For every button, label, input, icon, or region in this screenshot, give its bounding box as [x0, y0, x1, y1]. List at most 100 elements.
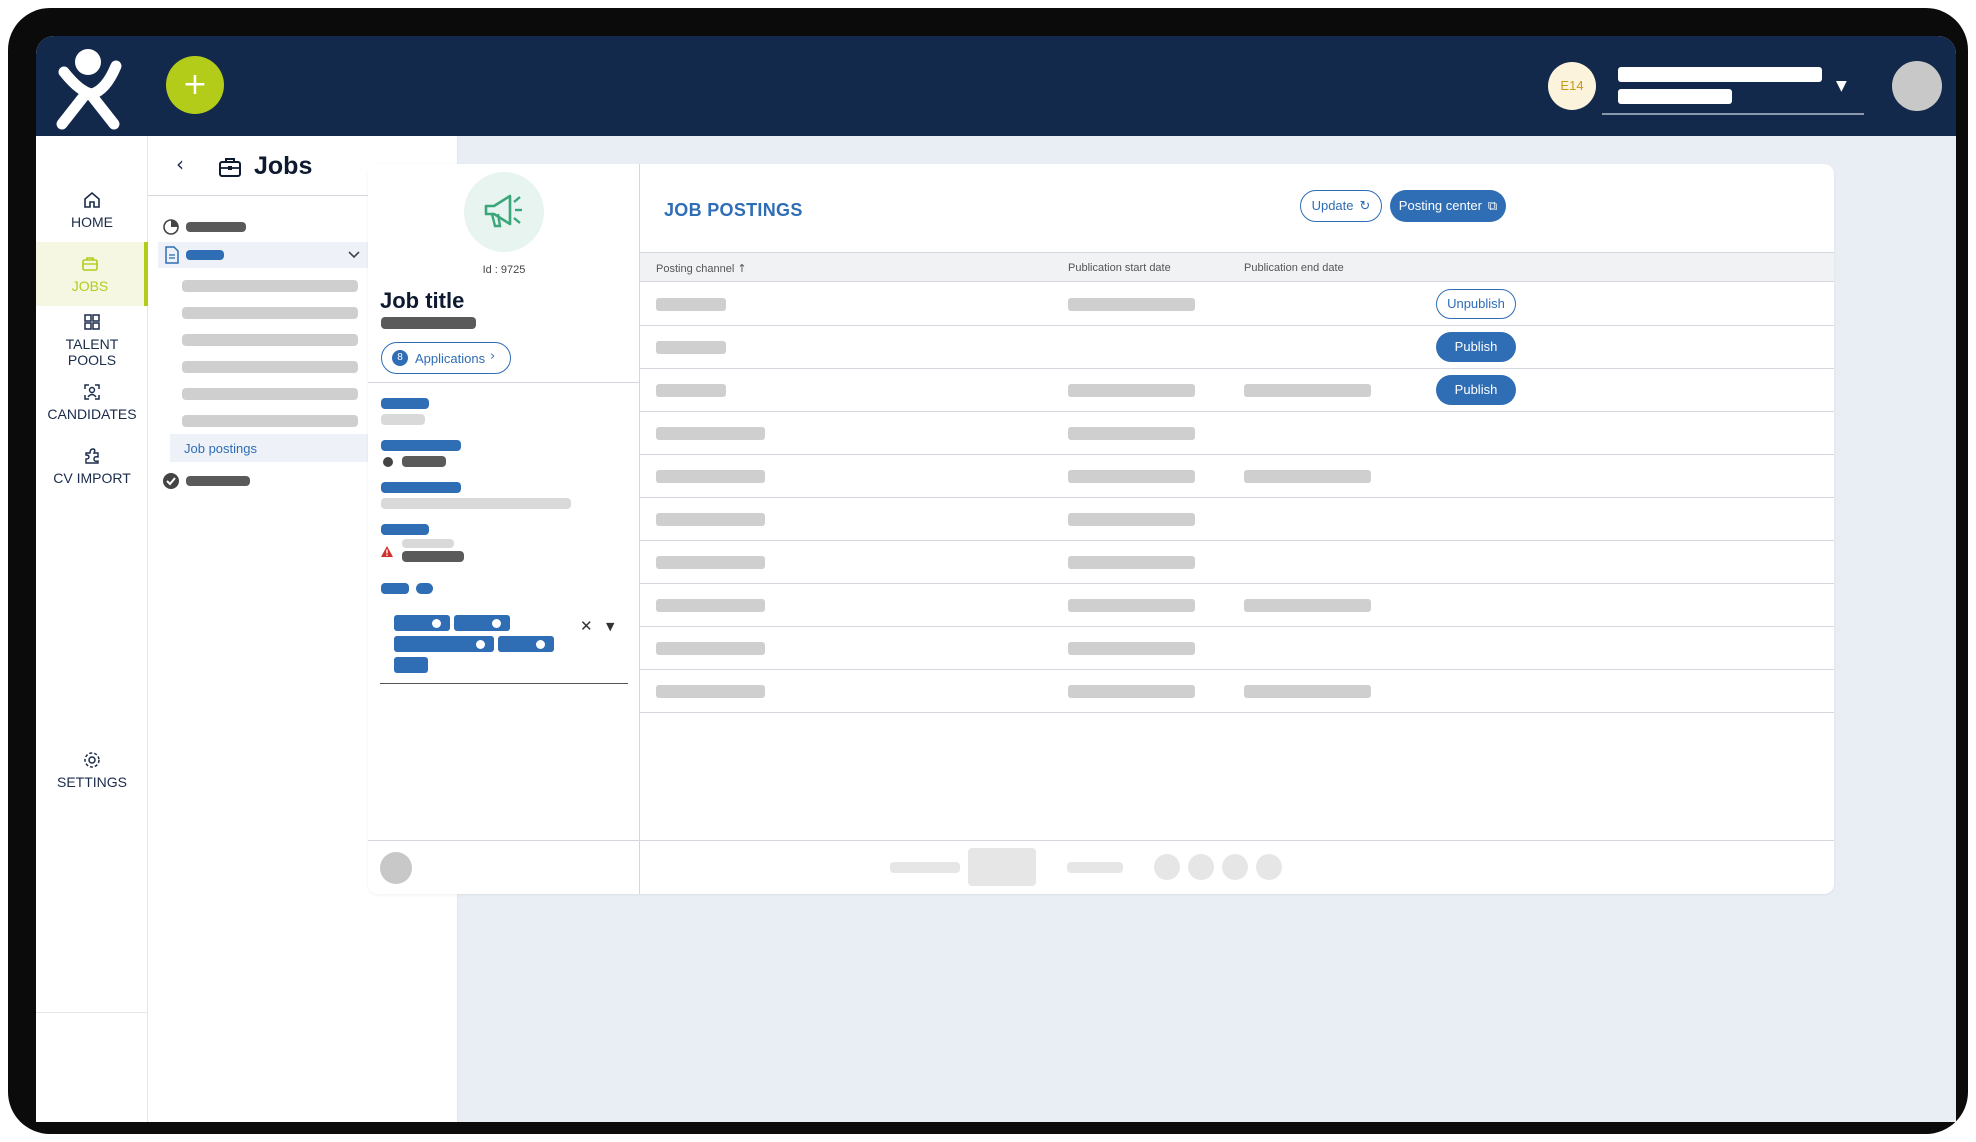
pagination-range	[1067, 862, 1123, 873]
pagination-info	[890, 862, 960, 873]
nav-item-cv-import[interactable]: CV IMPORT	[36, 446, 148, 486]
unpublish-button[interactable]: Unpublish	[1436, 289, 1516, 319]
publication-end-cell	[1244, 470, 1371, 483]
chip-remove-icon[interactable]	[432, 618, 441, 628]
posting-center-label: Posting center	[1398, 198, 1482, 213]
subnav-item-closed[interactable]	[186, 476, 250, 486]
clear-icon[interactable]: ✕	[580, 617, 593, 635]
tag-chip	[394, 657, 428, 673]
tag-select-underline	[380, 683, 628, 684]
chip-remove-icon[interactable]	[536, 639, 545, 649]
publish-button[interactable]: Publish	[1436, 375, 1516, 405]
field-value	[381, 414, 425, 425]
subnav-job-postings-label: Job postings	[184, 441, 257, 456]
subnav-subitem[interactable]	[182, 307, 358, 319]
column-header-end-date[interactable]: Publication end date	[1244, 262, 1344, 274]
chip-remove-icon[interactable]	[476, 639, 485, 649]
field-label	[381, 440, 461, 451]
publication-start-cell	[1068, 556, 1195, 569]
page-title: JOB POSTINGS	[664, 200, 803, 220]
app-screen: + E14 ▼ HOME JOBS TALENT POOLS CANDIDATE…	[36, 36, 1956, 1122]
page-button[interactable]	[1222, 854, 1248, 880]
posting-channel-cell	[656, 642, 765, 655]
app-logo[interactable]	[44, 44, 130, 130]
device-frame: + E14 ▼ HOME JOBS TALENT POOLS CANDIDATE…	[8, 8, 1968, 1134]
nav-label-settings: SETTINGS	[56, 774, 127, 790]
nav-item-settings[interactable]: SETTINGS	[36, 750, 148, 790]
subnav-subitem[interactable]	[182, 388, 358, 400]
update-button[interactable]: Update ↻	[1300, 190, 1382, 222]
field-badge	[416, 583, 433, 594]
applications-label: Applications	[415, 351, 486, 366]
table-row	[640, 541, 1834, 584]
nav-item-talent-pools[interactable]: TALENT POOLS	[36, 312, 148, 368]
table-row	[640, 498, 1834, 541]
applications-button[interactable]: 8 Applications ›	[381, 342, 511, 374]
nav-item-candidates[interactable]: CANDIDATES	[36, 382, 148, 422]
table-row	[640, 584, 1834, 627]
nav-item-home[interactable]: HOME	[36, 190, 148, 240]
page-size-select[interactable]	[968, 848, 1036, 886]
page-button[interactable]	[1154, 854, 1180, 880]
nav-item-jobs[interactable]: JOBS	[36, 242, 148, 306]
subnav-item-overview[interactable]	[186, 222, 246, 232]
job-detail-panel: Id : 9725 Job title 8 Applications › ✕ ▼	[368, 164, 640, 894]
document-icon	[165, 246, 179, 264]
external-link-icon: ⧉	[1487, 199, 1498, 214]
user-company-placeholder[interactable]	[1618, 89, 1732, 104]
postings-footer-divider	[640, 840, 1834, 841]
detail-divider	[368, 382, 640, 383]
publication-start-cell	[1068, 642, 1195, 655]
tag-chip	[498, 636, 554, 652]
column-header-posting-channel[interactable]: Posting channel ↑	[656, 262, 747, 275]
status-dot	[383, 457, 393, 467]
page-button[interactable]	[1188, 854, 1214, 880]
add-button[interactable]: +	[166, 56, 224, 114]
publication-start-cell	[1068, 513, 1195, 526]
posting-center-button[interactable]: Posting center ⧉	[1390, 190, 1506, 222]
subnav-subitem[interactable]	[182, 334, 358, 346]
main-navigation: HOME JOBS TALENT POOLS CANDIDATES CV IMP…	[36, 136, 148, 1122]
chip-remove-icon[interactable]	[492, 618, 501, 628]
posting-channel-cell	[656, 298, 726, 311]
home-icon	[84, 191, 100, 208]
posting-channel-cell	[656, 599, 765, 612]
page-button[interactable]	[1256, 854, 1282, 880]
table-row	[640, 627, 1834, 670]
briefcase-icon	[82, 257, 98, 271]
tag-chip	[394, 636, 494, 652]
caret-down-icon[interactable]: ▼	[1836, 78, 1847, 94]
subnav-subitem[interactable]	[182, 361, 358, 373]
posting-channel-cell	[656, 341, 726, 354]
pie-chart-icon	[163, 219, 179, 235]
column-header-start-date[interactable]: Publication start date	[1068, 262, 1171, 274]
subnav-subitem[interactable]	[182, 415, 358, 427]
field-value	[402, 551, 464, 562]
user-select-underline	[1602, 113, 1864, 115]
nav-divider	[36, 1012, 148, 1013]
user-name-placeholder[interactable]	[1618, 67, 1822, 82]
job-card: Id : 9725 Job title 8 Applications › ✕ ▼…	[368, 164, 1834, 894]
chevron-down-icon[interactable]	[348, 250, 360, 260]
person-scan-icon	[84, 384, 100, 400]
table-row	[640, 670, 1834, 713]
publish-button[interactable]: Publish	[1436, 332, 1516, 362]
field-label	[381, 583, 409, 594]
nav-label-pools: POOLS	[67, 352, 117, 368]
table-row: Publish	[640, 369, 1834, 412]
posting-channel-cell	[656, 427, 765, 440]
posting-channel-cell	[656, 513, 765, 526]
back-chevron-icon[interactable]: ‹	[176, 152, 184, 176]
subnav-title: Jobs	[254, 152, 313, 180]
avatar[interactable]	[1892, 61, 1942, 111]
detail-footer-divider	[368, 840, 640, 841]
caret-down-icon[interactable]: ▼	[606, 620, 614, 633]
subnav-subitem[interactable]	[182, 280, 358, 292]
table-row	[640, 455, 1834, 498]
posting-channel-cell	[656, 556, 765, 569]
job-title: Job title	[380, 288, 465, 313]
avatar[interactable]	[380, 852, 412, 884]
refresh-icon: ↻	[1359, 199, 1371, 214]
publication-end-cell	[1244, 685, 1371, 698]
nav-label-cv-import: CV IMPORT	[53, 470, 131, 486]
